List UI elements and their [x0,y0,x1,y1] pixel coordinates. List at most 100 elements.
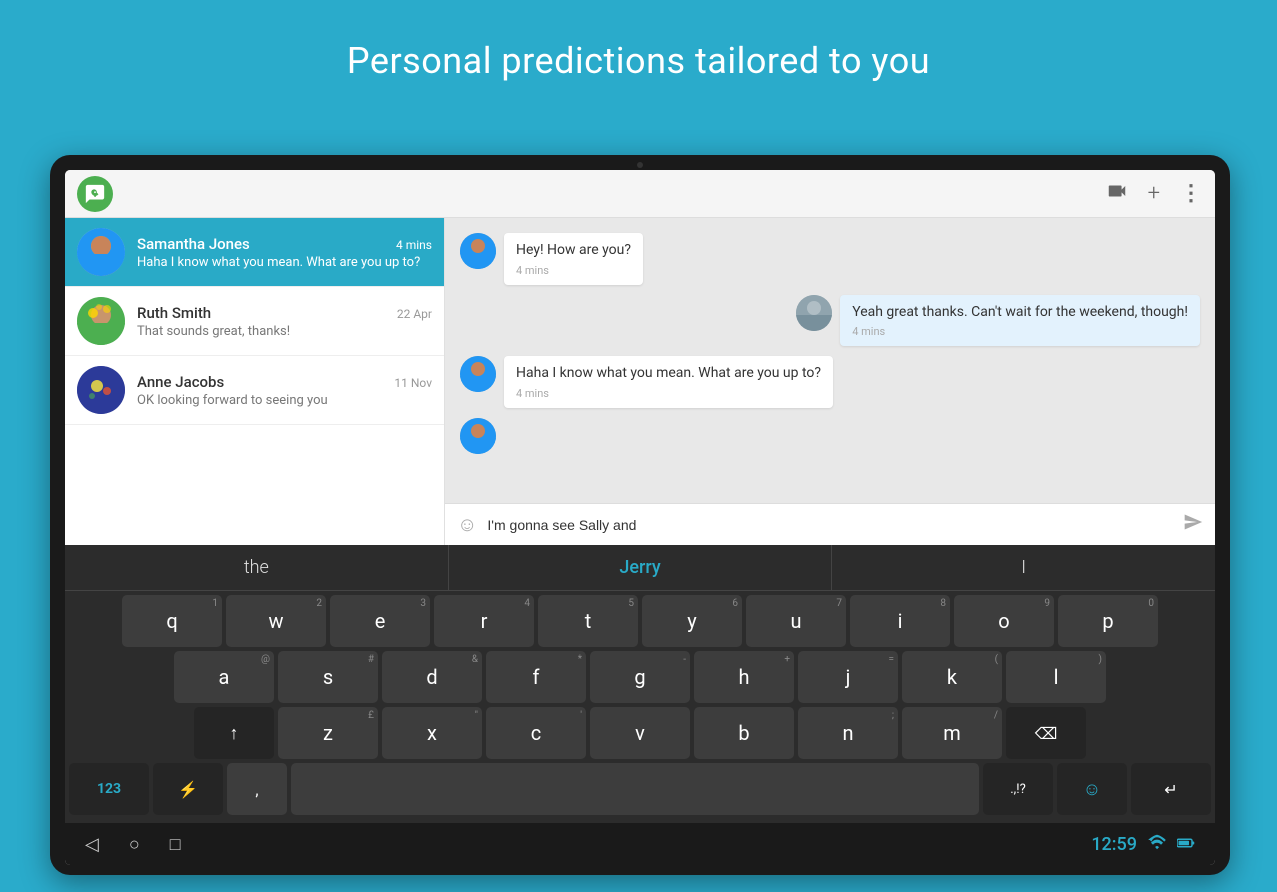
key-rows: 1q 2w 3e 4r 5t 6y 7u 8i 9o 0p @a #s &d *… [65,591,1215,823]
key-q[interactable]: 1q [122,595,222,647]
swipe-key[interactable]: ⚡ [153,763,223,815]
message-bubble: Hey! How are you? 4 mins [504,233,643,285]
message-row: Haha I know what you mean. What are you … [460,356,1200,408]
conversation-info: Ruth Smith 22 Apr That sounds great, tha… [137,304,432,339]
keyboard: the Jerry I 1q 2w 3e 4r 5t 6y 7u 8i 9o 0… [65,545,1215,823]
key-j[interactable]: =j [798,651,898,703]
message-text: Yeah great thanks. Can't wait for the we… [852,303,1188,323]
emoji-button[interactable]: ☺ [457,512,477,537]
message-bubble-outgoing: Yeah great thanks. Can't wait for the we… [840,295,1200,347]
message-row-outgoing: Yeah great thanks. Can't wait for the we… [460,295,1200,347]
key-h[interactable]: +h [694,651,794,703]
add-icon[interactable]: + [1148,181,1160,206]
contact-name: Anne Jacobs [137,373,224,391]
message-time: 4 mins [516,387,821,400]
more-icon[interactable]: ⋮ [1180,181,1203,206]
key-n[interactable]: ;n [798,707,898,759]
key-y[interactable]: 6y [642,595,742,647]
prediction-bar: the Jerry I [65,545,1215,591]
enter-key[interactable]: ↵ [1131,763,1211,815]
numbers-key[interactable]: 123 [69,763,149,815]
nav-bar: ◁ ○ □ 12:59 [65,823,1215,865]
main-content: Samantha Jones 4 mins Haha I know what y… [65,218,1215,545]
key-v[interactable]: v [590,707,690,759]
clock: 12:59 [1091,834,1137,855]
message-row: Hey! How are you? 4 mins [460,233,1200,285]
avatar [77,228,125,276]
backspace-key[interactable]: ⌫ [1006,707,1086,759]
message-time: 4 mins [852,325,1188,338]
key-row-4: 123 ⚡ , .,!? ☺ ↵ [69,763,1211,815]
key-x[interactable]: "x [382,707,482,759]
key-row-3: ↑ £z "x 'c v b ;n /m ⌫ [69,707,1211,759]
send-button[interactable] [1183,512,1203,537]
app-bar-icons: + ⋮ [1106,180,1203,207]
message-avatar [460,356,496,392]
prediction-item-i[interactable]: I [832,545,1215,590]
contact-name: Samantha Jones [137,235,250,253]
key-i[interactable]: 8i [850,595,950,647]
key-k[interactable]: (k [902,651,1002,703]
key-d[interactable]: &d [382,651,482,703]
key-s[interactable]: #s [278,651,378,703]
tablet-device: + ⋮ [50,155,1230,875]
key-f[interactable]: *f [486,651,586,703]
message-text: Hey! How are you? [516,241,631,261]
conversation-time: 11 Nov [394,376,432,390]
key-b[interactable]: b [694,707,794,759]
conversation-item[interactable]: Samantha Jones 4 mins Haha I know what y… [65,218,444,287]
key-u[interactable]: 7u [746,595,846,647]
hangouts-logo [77,176,113,212]
message-text: Haha I know what you mean. What are you … [516,364,821,384]
conversation-info: Anne Jacobs 11 Nov OK looking forward to… [137,373,432,408]
home-button[interactable]: ○ [129,834,140,855]
battery-icon [1177,835,1195,854]
conversation-item[interactable]: Anne Jacobs 11 Nov OK looking forward to… [65,356,444,425]
emoji-key[interactable]: ☺ [1057,763,1127,815]
page-title: Personal predictions tailored to you [0,0,1277,112]
typing-indicator [460,418,1200,454]
conversation-preview: That sounds great, thanks! [137,324,432,339]
key-t[interactable]: 5t [538,595,638,647]
space-key[interactable] [291,763,979,815]
typing-avatar [460,418,496,454]
key-r[interactable]: 4r [434,595,534,647]
conversation-preview: OK looking forward to seeing you [137,393,432,408]
conversations-sidebar: Samantha Jones 4 mins Haha I know what y… [65,218,445,545]
prediction-item-the[interactable]: the [65,545,449,590]
conversation-info: Samantha Jones 4 mins Haha I know what y… [137,235,432,270]
back-button[interactable]: ◁ [85,834,99,855]
punctuation-key[interactable]: .,!? [983,763,1053,815]
avatar [77,366,125,414]
key-a[interactable]: @a [174,651,274,703]
conversation-preview: Haha I know what you mean. What are you … [137,255,432,270]
message-time: 4 mins [516,264,631,277]
comma-key[interactable]: , [227,763,287,815]
tablet-screen: + ⋮ [65,170,1215,865]
video-call-icon[interactable] [1106,180,1128,207]
avatar [77,297,125,345]
prediction-item-jerry[interactable]: Jerry [449,545,833,590]
key-z[interactable]: £z [278,707,378,759]
recent-apps-button[interactable]: □ [170,834,181,855]
key-l[interactable]: )l [1006,651,1106,703]
key-m[interactable]: /m [902,707,1002,759]
camera-dot [637,162,643,168]
input-bar: ☺ [445,503,1215,545]
message-input[interactable] [487,517,1173,533]
contact-name: Ruth Smith [137,304,211,322]
app-bar: + ⋮ [65,170,1215,218]
key-p[interactable]: 0p [1058,595,1158,647]
conversation-time: 4 mins [396,238,432,252]
key-c[interactable]: 'c [486,707,586,759]
key-o[interactable]: 9o [954,595,1054,647]
shift-key[interactable]: ↑ [194,707,274,759]
message-avatar [460,233,496,269]
key-g[interactable]: -g [590,651,690,703]
key-w[interactable]: 2w [226,595,326,647]
key-e[interactable]: 3e [330,595,430,647]
conversation-item[interactable]: Ruth Smith 22 Apr That sounds great, tha… [65,287,444,356]
message-avatar-me [796,295,832,331]
conversation-time: 22 Apr [397,307,432,321]
wifi-icon [1147,834,1167,854]
